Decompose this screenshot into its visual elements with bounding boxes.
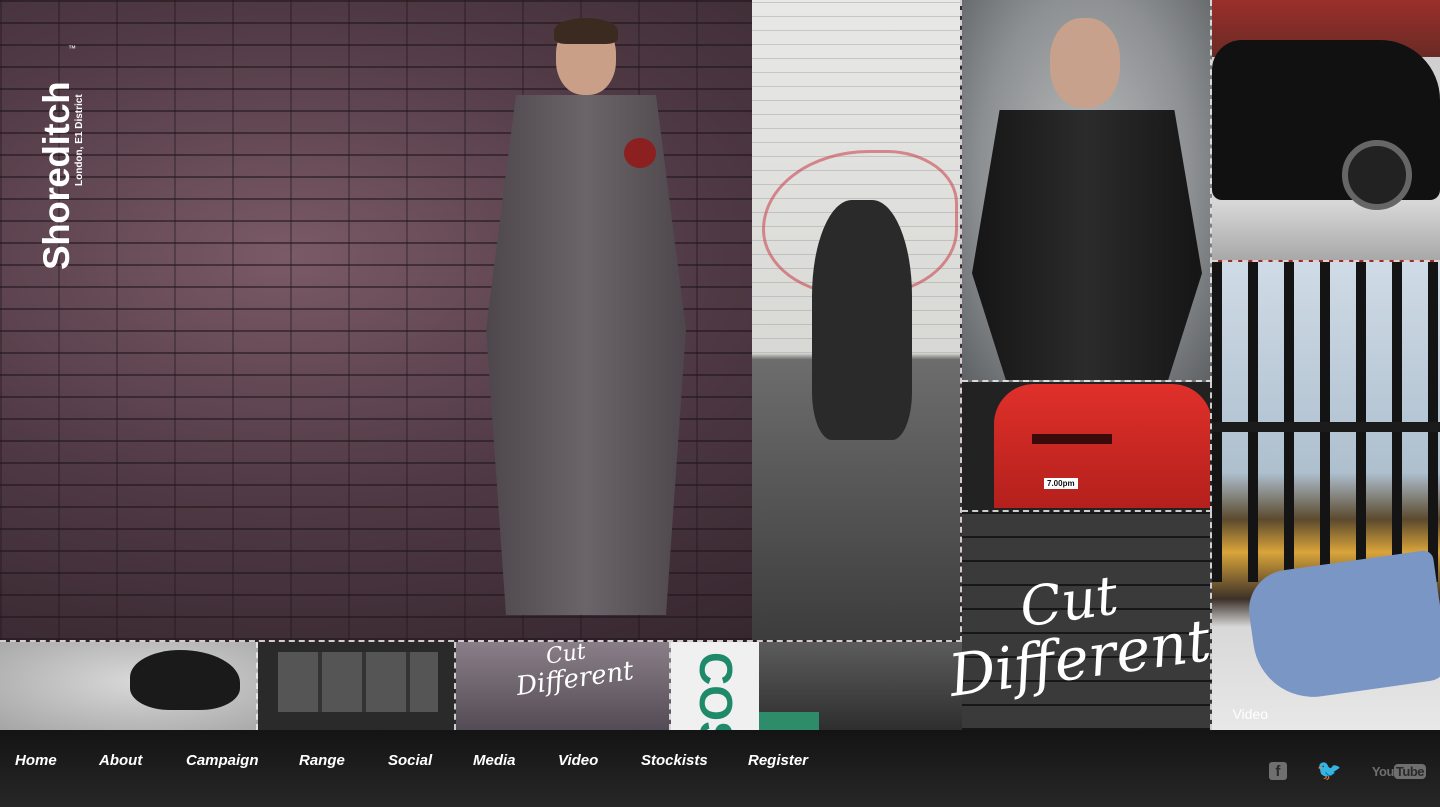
facebook-icon[interactable]: f bbox=[1268, 762, 1287, 780]
tile-leather-jacket[interactable] bbox=[962, 0, 1212, 382]
horse-mask-figure bbox=[812, 200, 912, 440]
nav-campaign[interactable]: Campaign bbox=[186, 752, 259, 769]
tile-video[interactable] bbox=[1212, 262, 1440, 730]
small-cut-line2: Different bbox=[514, 655, 636, 703]
brand-subtitle: London, E1 District bbox=[74, 94, 85, 186]
tile-postbox[interactable]: 7.00pm bbox=[962, 382, 1212, 512]
wheel-icon bbox=[1342, 140, 1412, 210]
nav-bar: Home About Campaign Range Social Media V… bbox=[0, 730, 1440, 807]
social-links: f 🐦 You Tube bbox=[1268, 761, 1426, 781]
thumb-cos-sign[interactable]: COS bbox=[671, 642, 759, 730]
nav-about[interactable]: About bbox=[99, 752, 142, 769]
thumb-window[interactable] bbox=[258, 642, 456, 730]
nav-range[interactable]: Range bbox=[299, 752, 345, 769]
nav-video[interactable]: Video bbox=[558, 752, 598, 769]
postbox-sign: 7.00pm bbox=[1044, 478, 1078, 489]
apple-icon bbox=[624, 138, 656, 168]
twitter-icon[interactable]: 🐦 bbox=[1317, 761, 1342, 781]
nav-media[interactable]: Media bbox=[473, 752, 516, 769]
nav-social[interactable]: Social bbox=[388, 752, 432, 769]
shoreditch-logo[interactable]: Shoreditch London, E1 District ™ bbox=[36, 38, 96, 270]
nav-register[interactable]: Register bbox=[748, 752, 808, 769]
thumb-ferret[interactable] bbox=[0, 642, 258, 730]
youtube-you: You bbox=[1371, 763, 1395, 779]
cut-different-title: Cut Different bbox=[940, 564, 1220, 710]
tile-black-taxi[interactable] bbox=[1212, 0, 1440, 262]
cos-text: COS bbox=[690, 652, 742, 730]
youtube-icon[interactable]: You Tube bbox=[1371, 763, 1426, 779]
trademark-mark: ™ bbox=[68, 44, 76, 53]
nav-stockists[interactable]: Stockists bbox=[641, 752, 708, 769]
hero-image bbox=[0, 0, 962, 642]
thumb-street[interactable] bbox=[759, 642, 962, 730]
street-scene bbox=[752, 0, 960, 640]
thumbnail-strip: COS bbox=[0, 642, 962, 730]
brand-name: Shoreditch bbox=[36, 81, 77, 270]
nav-home[interactable]: Home bbox=[15, 752, 57, 769]
suited-model bbox=[486, 18, 686, 635]
youtube-tube: Tube bbox=[1393, 763, 1426, 779]
video-label[interactable]: Video bbox=[1232, 706, 1268, 722]
small-cut-different-title: Cut Different bbox=[514, 639, 666, 703]
